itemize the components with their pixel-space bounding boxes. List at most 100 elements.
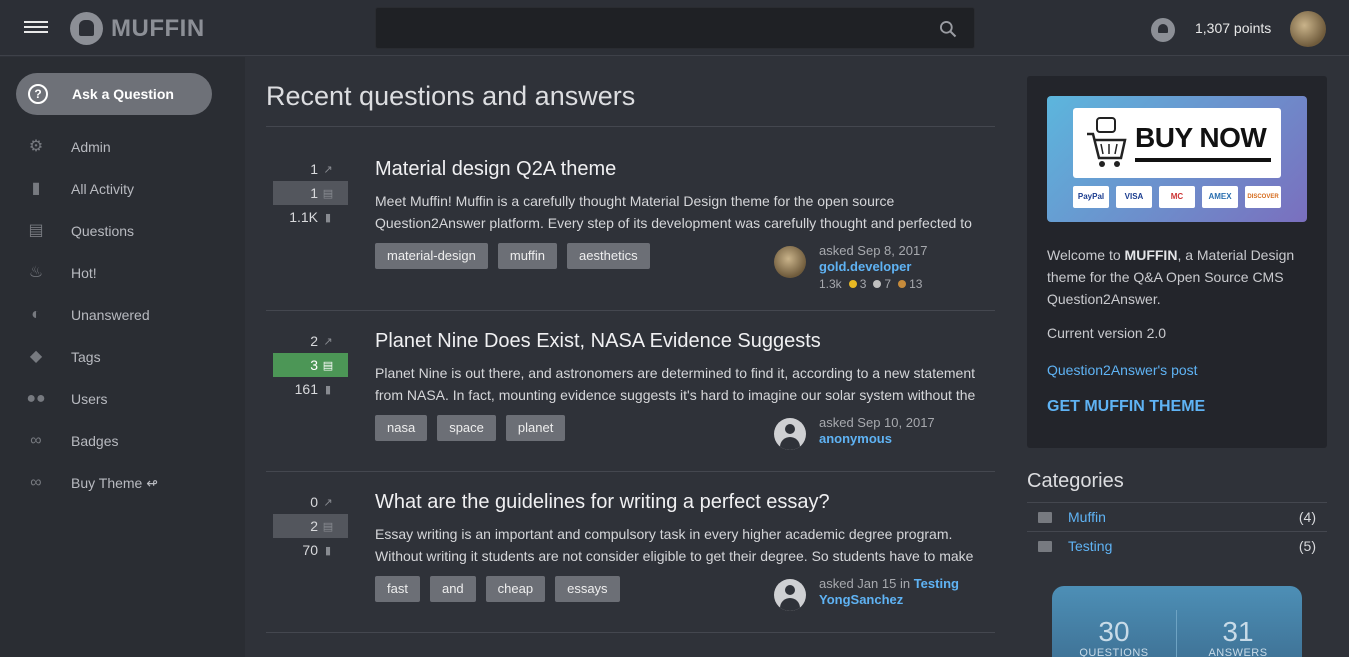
tag[interactable]: cheap <box>485 576 546 602</box>
category-name[interactable]: Muffin <box>1068 509 1106 525</box>
tag-list: fast and cheap essays <box>375 576 620 602</box>
category-item[interactable]: Muffin (4) <box>1027 502 1327 531</box>
answers-count: 31 <box>1222 616 1254 647</box>
bar-chart-icon: ▮ <box>31 180 41 197</box>
sidebar-item-label: Tags <box>71 349 101 365</box>
tag[interactable]: space <box>437 415 496 441</box>
avatar[interactable] <box>774 246 806 278</box>
tag[interactable]: essays <box>555 576 620 602</box>
tag[interactable]: material-design <box>375 243 488 269</box>
tag[interactable]: planet <box>505 415 566 441</box>
comment-icon: ▤ <box>322 520 334 533</box>
divider <box>1135 158 1271 162</box>
question-item: 2 ↗ 3 ▤ 161 ▮ Planet Nine Does Exist, NASA … <box>266 329 995 472</box>
avatar[interactable] <box>774 418 806 450</box>
question-circle-icon: ? <box>28 84 48 104</box>
get-theme-link[interactable]: GET MUFFIN THEME <box>1047 398 1205 416</box>
bar-chart-icon: ▮ <box>324 383 332 396</box>
q2a-post-link[interactable]: Question2Answer's post <box>1047 362 1198 378</box>
trend-up-icon: ↗ <box>323 163 333 176</box>
category-item[interactable]: Testing (5) <box>1027 531 1327 560</box>
amex-card-icon: AMEX <box>1202 186 1238 208</box>
sidebar-item-label: All Activity <box>71 181 135 197</box>
tag[interactable]: and <box>429 576 476 602</box>
answer-count: 1 ▤ <box>273 181 348 205</box>
buy-now-banner[interactable]: BUY NOW PayPal VISA MC AMEX DISCOVER <box>1047 96 1307 222</box>
username-link[interactable]: YongSanchez <box>819 592 903 607</box>
categories-title: Categories <box>1027 470 1124 492</box>
sidebar-item-label: Questions <box>71 223 135 239</box>
sidebar-item-tags[interactable]: ◆ Tags <box>0 336 245 378</box>
logo[interactable]: MUFFIN <box>70 12 205 45</box>
tag[interactable]: aesthetics <box>567 243 650 269</box>
category-link[interactable]: Testing <box>914 576 959 591</box>
sidebar-item-label: Admin <box>71 139 111 155</box>
sidebar-item-users[interactable]: ●● Users <box>0 378 245 420</box>
question-stats: 0 ↗ 2 ▤ 70 ▮ <box>273 490 348 562</box>
silver-badge-count: 7 <box>884 277 892 291</box>
payment-cards: PayPal VISA MC AMEX DISCOVER <box>1073 186 1281 208</box>
trend-up-icon: ↗ <box>323 496 333 509</box>
vote-count: 0 ↗ <box>310 494 333 510</box>
category-count: (4) <box>1298 509 1316 525</box>
link-icon: ∞ <box>30 432 42 449</box>
user-reputation: 1.3k 3 7 13 <box>819 277 922 291</box>
avatar[interactable] <box>774 579 806 611</box>
trend-up-icon: ↗ <box>323 335 333 348</box>
view-count: 1.1K ▮ <box>273 205 348 229</box>
search-input[interactable] <box>375 7 975 49</box>
question-item: 1 ↗ 1 ▤ 1.1K ▮ Material design Q2A theme Me… <box>266 157 995 311</box>
username-link[interactable]: gold.developer <box>819 259 911 274</box>
questions-count: 30 <box>1098 616 1130 647</box>
asked-date: asked Sep 8, 2017 <box>819 243 928 258</box>
tag-icon: ◆ <box>29 348 43 365</box>
tag[interactable]: fast <box>375 576 420 602</box>
tag[interactable]: nasa <box>375 415 428 441</box>
sidebar: ? Ask a Question ⚙ Admin ▮ All Activity ▤ Q… <box>0 57 245 657</box>
comment-icon: ▤ <box>322 359 334 372</box>
view-count: 70 ▮ <box>273 538 348 562</box>
tag[interactable]: muffin <box>497 243 558 269</box>
sidebar-item-buy-theme[interactable]: ∞ Buy Theme ↫ <box>0 462 245 504</box>
tag-list: nasa space planet <box>375 415 566 441</box>
logo-text: MUFFIN <box>111 14 205 42</box>
category-name[interactable]: Testing <box>1068 538 1112 554</box>
question-excerpt: Essay writing is an important and compul… <box>375 526 974 564</box>
sidebar-item-hot[interactable]: ♨ Hot! <box>0 252 245 294</box>
sidebar-item-label: Badges <box>71 433 119 449</box>
question-title[interactable]: Material design Q2A theme <box>375 158 616 181</box>
sidebar-item-questions[interactable]: ▤ Questions <box>0 210 245 252</box>
sidebar-item-badges[interactable]: ∞ Badges <box>0 420 245 462</box>
asked-date: asked Sep 10, 2017 <box>819 415 935 430</box>
clipboard-icon: ▤ <box>28 222 44 239</box>
divider <box>266 126 995 127</box>
sidebar-item-all-activity[interactable]: ▮ All Activity <box>0 168 245 210</box>
divider <box>266 310 995 311</box>
question-title[interactable]: What are the guidelines for writing a pe… <box>375 491 830 514</box>
paypal-card-icon: PayPal <box>1073 186 1109 208</box>
question-title[interactable]: Planet Nine Does Exist, NASA Evidence Su… <box>375 330 821 353</box>
bar-chart-icon: ▮ <box>324 211 332 224</box>
answer-count: 2 ▤ <box>273 514 348 538</box>
user-avatar[interactable] <box>1290 11 1326 47</box>
notification-bell-icon[interactable] <box>1151 18 1175 42</box>
view-count: 161 ▮ <box>273 377 348 401</box>
half-circle-icon: ◐ <box>31 306 41 323</box>
question-excerpt: Meet Muffin! Muffin is a carefully thoug… <box>375 193 972 231</box>
user-points[interactable]: 1,307 points <box>1195 20 1271 36</box>
ask-question-button[interactable]: ? Ask a Question <box>16 73 212 115</box>
search-icon[interactable] <box>938 19 958 39</box>
sidebar-item-admin[interactable]: ⚙ Admin <box>0 126 245 168</box>
sidebar-item-unanswered[interactable]: ◐ Unanswered <box>0 294 245 336</box>
ask-question-label: Ask a Question <box>72 86 174 102</box>
divider <box>266 632 995 633</box>
username-link[interactable]: anonymous <box>819 431 892 446</box>
comment-icon: ▤ <box>322 187 334 200</box>
menu-icon[interactable] <box>24 18 48 38</box>
sidebar-item-label: Buy Theme ↫ <box>71 474 158 491</box>
version-text: Current version 2.0 <box>1047 325 1167 341</box>
questions-label: QUESTIONS <box>1079 647 1149 657</box>
question-stats: 2 ↗ 3 ▤ 161 ▮ <box>273 329 348 401</box>
tag-list: material-design muffin aesthetics <box>375 243 650 269</box>
folder-icon <box>1038 540 1052 552</box>
